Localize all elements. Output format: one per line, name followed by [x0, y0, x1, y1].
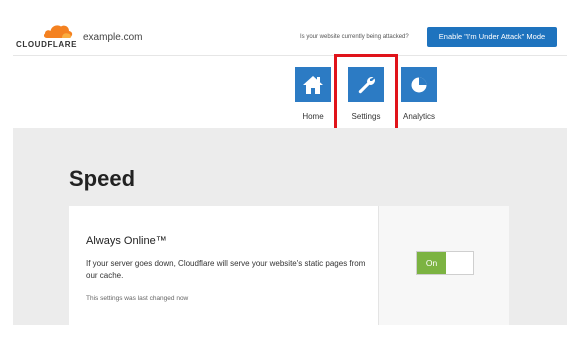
under-attack-mode-button[interactable]: Enable "I'm Under Attack" Mode	[427, 27, 557, 47]
nav-tile-analytics	[401, 67, 437, 102]
cloudflare-logo[interactable]: CLOUDFLARE	[16, 23, 81, 49]
nav-tile-home	[295, 67, 331, 102]
always-online-toggle[interactable]: On	[416, 251, 474, 275]
nav-label-analytics: Analytics	[402, 112, 435, 121]
setting-control-panel: On	[378, 206, 509, 325]
attack-question: Is your website currently being attacked…	[300, 34, 409, 40]
toggle-on-label: On	[417, 252, 446, 274]
page-title: Speed	[69, 166, 136, 191]
top-header: CLOUDFLARE example.com Is your website c…	[13, 0, 567, 56]
setting-last-changed-note: This settings was last changed now	[86, 295, 189, 302]
setting-title: Always Online™	[86, 235, 167, 247]
nav-item-analytics[interactable]: Analytics	[401, 67, 437, 121]
pie-chart-icon	[411, 77, 427, 92]
cloud-logo-icon	[43, 25, 73, 38]
setting-description: If your server goes down, Cloudflare wil…	[86, 259, 366, 280]
domain-name: example.com	[83, 32, 143, 43]
setting-card-always-online: Always Online™ If your server goes down,…	[69, 206, 509, 325]
nav-tile-settings	[348, 67, 384, 102]
logo-text: CLOUDFLARE	[16, 40, 78, 49]
wrench-icon	[358, 76, 375, 93]
app-nav: Home Settings Analytics	[13, 57, 567, 128]
main-content: Speed Always Online™ If your server goes…	[13, 128, 567, 325]
home-icon	[303, 75, 323, 94]
nav-item-home[interactable]: Home	[295, 67, 331, 121]
nav-item-settings[interactable]: Settings	[348, 67, 384, 121]
